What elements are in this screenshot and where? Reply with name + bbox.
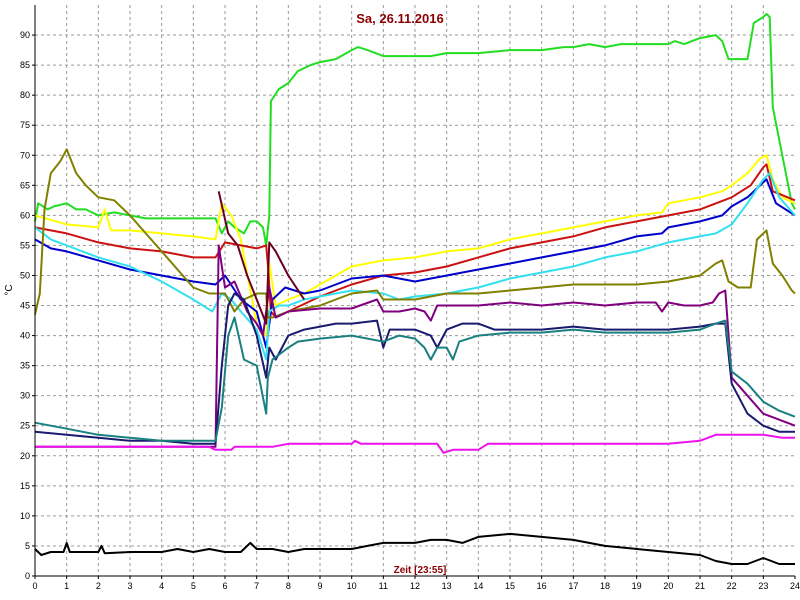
y-tick-label: 30 — [20, 391, 30, 401]
x-tick-label: 9 — [317, 581, 322, 591]
y-tick-label: 85 — [20, 60, 30, 70]
y-tick-label: 75 — [20, 120, 30, 130]
y-axis-label: °C — [4, 284, 15, 295]
temperature-chart: 0 1 2 3 4 5 6 7 8 9 10 11 12 13 14 15 16 17 18 19 20 21 22 23 24… — [0, 0, 800, 600]
y-tick-label: 65 — [20, 180, 30, 190]
y-tick-label: 60 — [20, 210, 30, 220]
x-tick-label: 15 — [505, 581, 515, 591]
x-tick-label: 8 — [286, 581, 291, 591]
x-tick-label: 18 — [600, 581, 610, 591]
y-tick-label: 80 — [20, 90, 30, 100]
x-tick-label: 16 — [537, 581, 547, 591]
x-tick-label: 5 — [191, 581, 196, 591]
y-tick-label: 55 — [20, 240, 30, 250]
y-tick-label: 90 — [20, 30, 30, 40]
x-tick-label: 11 — [379, 581, 388, 591]
y-tick-label: 15 — [20, 481, 30, 491]
x-tick-label: 3 — [127, 581, 132, 591]
x-tick-label: 2 — [96, 581, 101, 591]
y-tick-label: 35 — [20, 361, 30, 371]
y-tick-label: 0 — [25, 571, 30, 581]
x-tick-label: 1 — [64, 581, 69, 591]
y-tick-label: 10 — [20, 511, 30, 521]
x-tick-label: 14 — [473, 581, 483, 591]
y-tick-label: 25 — [20, 421, 30, 431]
y-tick-label: 20 — [20, 451, 30, 461]
x-tick-label: 24 — [790, 581, 800, 591]
x-tick-label: 0 — [32, 581, 37, 591]
y-tick-label: 50 — [20, 270, 30, 280]
x-tick-label: 4 — [159, 581, 164, 591]
x-tick-label: 10 — [347, 581, 357, 591]
x-axis-label: Zeit [23:55] — [394, 565, 447, 576]
x-tick-label: 7 — [254, 581, 259, 591]
x-tick-label: 17 — [568, 581, 578, 591]
y-tick-label: 40 — [20, 331, 30, 341]
x-tick-label: 6 — [222, 581, 227, 591]
y-tick-label: 70 — [20, 150, 30, 160]
y-tick-label: 5 — [25, 541, 30, 551]
y-tick-label: 45 — [20, 301, 30, 311]
x-tick-label: 23 — [758, 581, 768, 591]
x-tick-label: 19 — [632, 581, 642, 591]
x-tick-label: 20 — [663, 581, 673, 591]
x-tick-label: 12 — [410, 581, 420, 591]
x-tick-label: 22 — [727, 581, 737, 591]
x-tick-label: 21 — [695, 581, 705, 591]
x-tick-label: 13 — [442, 581, 452, 591]
chart-title: Sa, 26.11.2016 — [356, 11, 443, 26]
